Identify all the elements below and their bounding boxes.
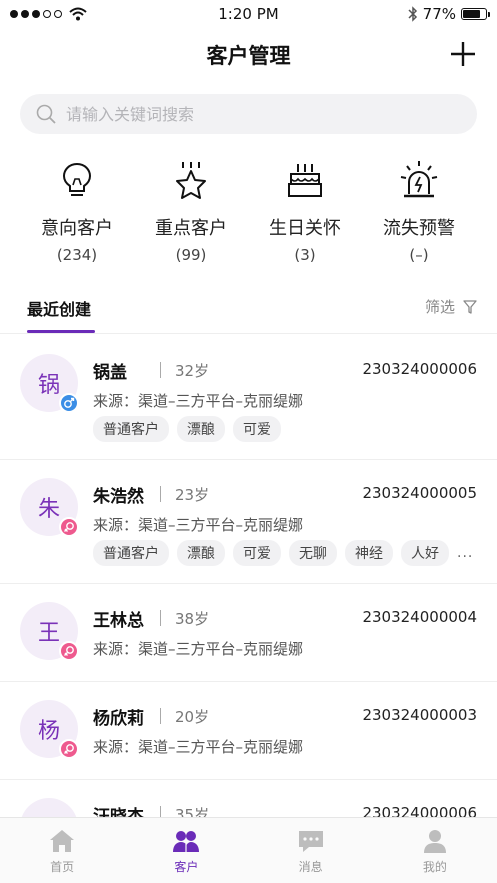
battery-percent: 77%: [422, 5, 456, 23]
profile-icon: [423, 830, 446, 853]
customer-name: 杨欣莉: [93, 709, 144, 729]
category-shortcuts: 意向客户 (234) 重点客户 (99) 生日关怀 (3) 流失预警 (–): [0, 160, 497, 270]
birthday-cake-icon: [288, 164, 322, 197]
search-input[interactable]: [66, 104, 446, 124]
alarm-light-icon: [400, 161, 438, 198]
tag: 普通客户: [93, 416, 169, 442]
customer-age: 20岁: [175, 708, 210, 726]
filter-icon: [463, 299, 477, 314]
customer-id: 230324000003: [362, 706, 477, 724]
category-label: 流失预警: [383, 218, 455, 239]
customer-source: 来源：渠道–三方平台–克丽缇娜: [93, 738, 304, 756]
female-icon: [59, 517, 79, 537]
filter-label: 筛选: [424, 298, 455, 316]
status-bar: 1:20 PM 77%: [0, 0, 497, 28]
search-icon: [36, 104, 56, 124]
more-tags-indicator[interactable]: ...: [457, 545, 473, 561]
signal-dot: [10, 10, 18, 18]
battery-icon: [461, 8, 490, 20]
category-intent-customers[interactable]: 意向客户 (234): [20, 160, 134, 270]
customer-id: 230324000005: [362, 484, 477, 502]
category-label: 重点客户: [155, 218, 227, 239]
customer-id: 230324000004: [362, 608, 477, 626]
customer-source: 来源：渠道–三方平台–克丽缇娜: [93, 392, 304, 410]
divider: [160, 362, 161, 378]
customer-row[interactable]: 锅 锅盖 32岁 230324000006 来源：渠道–三方平台–克丽缇娜 普通…: [0, 336, 497, 460]
signal-indicator: [10, 7, 87, 21]
lightbulb-icon: [62, 162, 92, 196]
category-count: (–): [409, 246, 429, 264]
message-icon: [298, 831, 323, 852]
customer-name: 朱浩然: [93, 487, 144, 507]
tag: 人好: [401, 540, 449, 566]
customer-source: 来源：渠道–三方平台–克丽缇娜: [93, 516, 304, 534]
signal-dot: [54, 10, 62, 18]
tag: 神经: [345, 540, 393, 566]
nav-label: 客户: [174, 860, 199, 874]
signal-dot: [32, 10, 40, 18]
customer-name: 锅盖: [93, 363, 127, 383]
signal-dot: [21, 10, 29, 18]
search-bar[interactable]: [20, 94, 477, 134]
customer-age: 38岁: [175, 610, 210, 628]
star-icon: [176, 162, 206, 199]
nav-label: 我的: [422, 860, 447, 874]
category-count: (3): [294, 246, 316, 264]
filter-button[interactable]: 筛选: [425, 296, 477, 317]
wifi-icon: [69, 7, 87, 21]
status-right: 77%: [408, 5, 490, 23]
female-icon: [59, 641, 79, 661]
customer-row[interactable]: 杨 杨欣莉 20岁 230324000003 来源：渠道–三方平台–克丽缇娜: [0, 682, 497, 780]
customer-management-screen: 1:20 PM 77% 客户管理 请输入关键词搜索 意向客户 (234) 重点客…: [0, 0, 497, 883]
category-count: (234): [56, 246, 98, 264]
customer-row[interactable]: 王 王林总 38岁 230324000004 来源：渠道–三方平台–克丽缇娜: [0, 584, 497, 682]
tag: 无聊: [289, 540, 337, 566]
nav-header: 客户管理: [0, 36, 497, 76]
list-tabs: 最近创建 筛选: [0, 284, 497, 334]
customers-icon: [173, 831, 200, 852]
nav-label: 首页: [50, 860, 75, 874]
tag-list: 普通客户 漂酿 可爱 无聊 神经 人好 ...: [93, 540, 473, 566]
bluetooth-icon: [408, 6, 417, 22]
customer-name: 王林总: [93, 611, 144, 631]
tab-customers[interactable]: 客户: [124, 818, 248, 883]
nav-label: 消息: [298, 860, 323, 874]
customer-age: 32岁: [175, 362, 210, 380]
category-birthday-care[interactable]: 生日关怀 (3): [248, 160, 362, 270]
tag: 可爱: [233, 416, 281, 442]
tag-list: 普通客户 漂酿 可爱: [93, 416, 281, 442]
tag: 漂酿: [177, 540, 225, 566]
tab-active-indicator: [27, 330, 95, 333]
category-churn-warning[interactable]: 流失预警 (–): [362, 160, 476, 270]
female-icon: [59, 739, 79, 759]
divider: [160, 708, 161, 724]
signal-dot: [43, 10, 51, 18]
category-key-customers[interactable]: 重点客户 (99): [134, 160, 248, 270]
customer-row[interactable]: 朱 朱浩然 23岁 230324000005 来源：渠道–三方平台–克丽缇娜 普…: [0, 460, 497, 584]
customer-source: 来源：渠道–三方平台–克丽缇娜: [93, 640, 304, 658]
tag: 可爱: [233, 540, 281, 566]
tab-recently-created[interactable]: 最近创建: [27, 296, 91, 320]
category-label: 意向客户: [41, 218, 113, 239]
customer-id: 230324000006: [362, 360, 477, 378]
category-count: (99): [175, 246, 207, 264]
page-title: 客户管理: [206, 44, 291, 68]
tag: 漂酿: [177, 416, 225, 442]
home-icon: [50, 830, 75, 852]
customer-list: 锅 锅盖 32岁 230324000006 来源：渠道–三方平台–克丽缇娜 普通…: [0, 336, 497, 878]
add-icon[interactable]: [449, 40, 477, 68]
tab-profile[interactable]: 我的: [373, 818, 497, 883]
bottom-tab-bar: 首页 客户 消息 我的: [0, 817, 497, 883]
battery-fill: [463, 10, 480, 18]
tab-messages[interactable]: 消息: [249, 818, 373, 883]
divider: [160, 610, 161, 626]
category-label: 生日关怀: [269, 218, 341, 239]
customer-age: 23岁: [175, 486, 210, 504]
tag: 普通客户: [93, 540, 169, 566]
male-icon: [59, 393, 79, 413]
tab-home[interactable]: 首页: [0, 818, 124, 883]
divider: [160, 486, 161, 502]
